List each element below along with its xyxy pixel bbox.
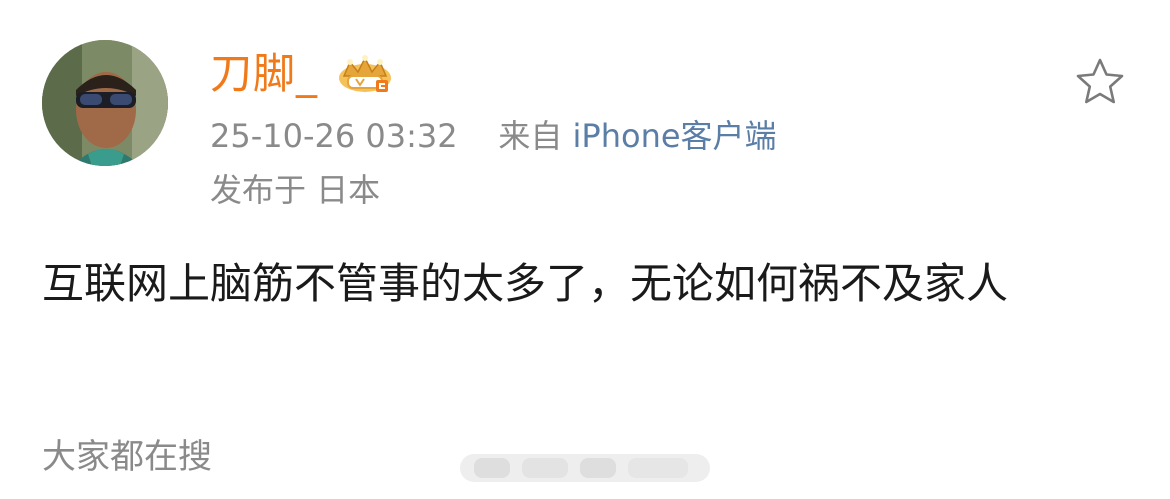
hot-search-keywords-blurred (460, 448, 710, 488)
weibo-post: 刀脚_ 25-10-26 03:32 来自 iPhone客户端 发布于 日本 互… (0, 0, 1170, 499)
star-outline-icon[interactable] (1074, 56, 1126, 108)
post-timestamp: 25-10-26 03:32 (210, 117, 458, 155)
source-client-link[interactable]: iPhone客户端 (573, 117, 777, 155)
username-row: 刀脚_ (210, 48, 394, 100)
avatar[interactable] (42, 40, 168, 166)
post-content: 互联网上脑筋不管事的太多了，无论如何祸不及家人 (42, 259, 1009, 308)
post-meta: 25-10-26 03:32 来自 iPhone客户端 (210, 114, 777, 158)
vip-crown-icon[interactable] (336, 54, 394, 94)
hot-search-label: 大家都在搜 (42, 437, 212, 477)
post-location: 发布于 日本 (210, 171, 381, 209)
avatar-image (42, 40, 168, 166)
source-prefix: 来自 (498, 117, 563, 155)
username[interactable]: 刀脚_ (210, 53, 318, 95)
